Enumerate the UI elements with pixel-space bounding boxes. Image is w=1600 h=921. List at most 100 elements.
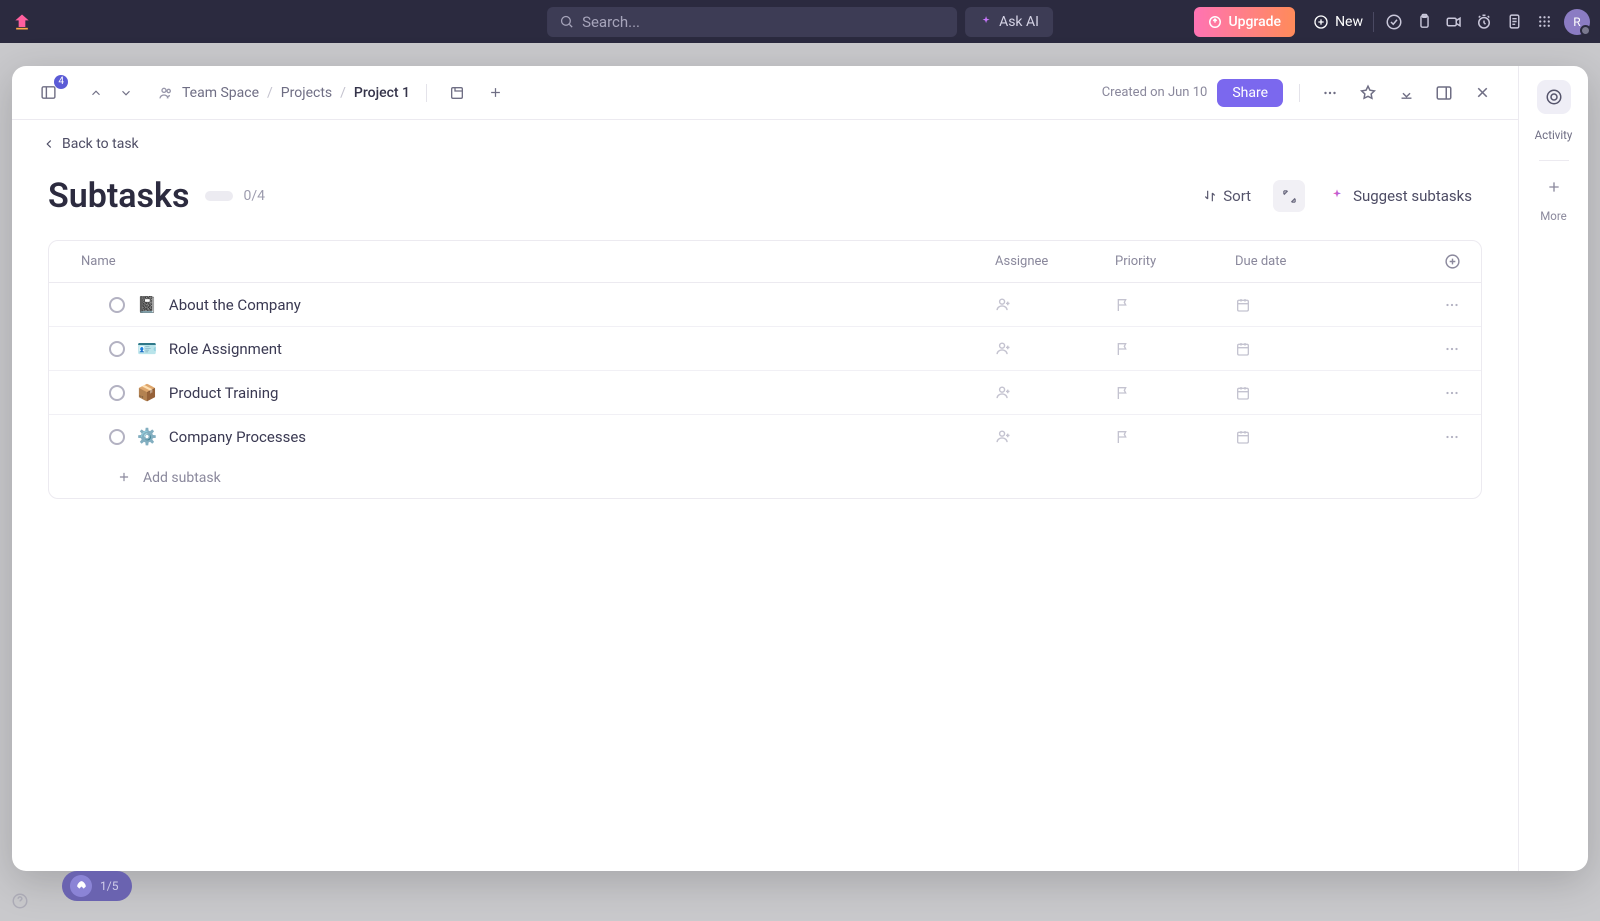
more-menu-button[interactable] bbox=[1316, 79, 1344, 107]
priority-button[interactable] bbox=[1115, 297, 1133, 313]
new-tab-icon[interactable] bbox=[443, 79, 471, 107]
video-icon[interactable] bbox=[1444, 12, 1464, 32]
sort-button[interactable]: Sort bbox=[1195, 181, 1259, 211]
name-cell: 📓 About the Company bbox=[77, 295, 995, 314]
upgrade-button[interactable]: Upgrade bbox=[1194, 7, 1295, 37]
status-circle[interactable] bbox=[109, 429, 125, 445]
table-row[interactable]: 📓 About the Company bbox=[49, 283, 1481, 327]
breadcrumb-sep: / bbox=[267, 85, 273, 101]
row-more-button[interactable] bbox=[1443, 384, 1461, 402]
col-due: Due date bbox=[1235, 254, 1405, 269]
prev-task-button[interactable] bbox=[82, 79, 110, 107]
notepad-icon[interactable] bbox=[1504, 12, 1524, 32]
sparkle-icon bbox=[1329, 188, 1345, 204]
add-subtask-button[interactable]: Add subtask bbox=[49, 458, 1481, 498]
header-separator bbox=[1299, 84, 1300, 102]
task-name: Company Processes bbox=[169, 428, 306, 446]
app-logo[interactable] bbox=[10, 10, 34, 34]
title-row: Subtasks 0/4 Sort Suggest subtasks bbox=[12, 152, 1518, 228]
add-button[interactable] bbox=[481, 79, 509, 107]
breadcrumb-project[interactable]: Project 1 bbox=[354, 85, 410, 101]
onboarding-progress: 1/5 bbox=[100, 879, 118, 893]
due-date-button[interactable] bbox=[1235, 297, 1253, 313]
side-separator bbox=[1539, 160, 1569, 161]
app-topbar: Search... Ask AI Upgrade New R bbox=[0, 0, 1600, 43]
help-button[interactable] bbox=[10, 891, 30, 911]
breadcrumb-projects[interactable]: Projects bbox=[281, 85, 332, 101]
global-search[interactable]: Search... bbox=[547, 7, 957, 37]
expand-sidebar-button[interactable] bbox=[1430, 79, 1458, 107]
col-name: Name bbox=[77, 254, 995, 269]
progress-text: 0/4 bbox=[243, 188, 265, 204]
table-header: Name Assignee Priority Due date bbox=[49, 241, 1481, 283]
ask-ai-label: Ask AI bbox=[999, 14, 1039, 30]
new-button[interactable]: New bbox=[1313, 14, 1363, 30]
table-row[interactable]: ⚙️ Company Processes bbox=[49, 415, 1481, 458]
due-date-button[interactable] bbox=[1235, 385, 1253, 401]
row-more-button[interactable] bbox=[1443, 428, 1461, 446]
status-circle[interactable] bbox=[109, 385, 125, 401]
back-to-task-link[interactable]: Back to task bbox=[42, 136, 1488, 152]
header-separator bbox=[426, 84, 427, 102]
next-task-button[interactable] bbox=[112, 79, 140, 107]
suggest-subtasks-button[interactable]: Suggest subtasks bbox=[1319, 181, 1482, 211]
suggest-label: Suggest subtasks bbox=[1353, 187, 1472, 205]
due-date-button[interactable] bbox=[1235, 341, 1253, 357]
collapse-button[interactable] bbox=[1273, 180, 1305, 212]
upgrade-icon bbox=[1208, 15, 1222, 29]
priority-button[interactable] bbox=[1115, 429, 1133, 445]
header-right: Created on Jun 10 Share bbox=[1102, 79, 1496, 107]
task-modal: Team Space / Projects / Project 1 Create… bbox=[12, 66, 1588, 871]
star-button[interactable] bbox=[1354, 79, 1382, 107]
activity-button[interactable] bbox=[1537, 80, 1571, 114]
table-row[interactable]: 🪪 Role Assignment bbox=[49, 327, 1481, 371]
priority-button[interactable] bbox=[1115, 385, 1133, 401]
name-cell: 📦 Product Training bbox=[77, 383, 995, 402]
minimize-button[interactable] bbox=[1392, 79, 1420, 107]
ask-ai-button[interactable]: Ask AI bbox=[965, 7, 1053, 37]
task-emoji: ⚙️ bbox=[137, 427, 157, 446]
header-left: Team Space / Projects / Project 1 bbox=[34, 79, 509, 107]
breadcrumb: Team Space / Projects / Project 1 bbox=[158, 85, 410, 101]
row-more-button[interactable] bbox=[1443, 296, 1461, 314]
onboarding-pill[interactable]: 1/5 bbox=[62, 871, 132, 901]
assignee-button[interactable] bbox=[995, 428, 1013, 445]
name-cell: 🪪 Role Assignment bbox=[77, 339, 995, 358]
assignee-button[interactable] bbox=[995, 296, 1013, 313]
priority-button[interactable] bbox=[1115, 341, 1133, 357]
assignee-button[interactable] bbox=[995, 384, 1013, 401]
side-add-button[interactable] bbox=[1546, 179, 1562, 195]
subtasks-table: Name Assignee Priority Due date 📓 About … bbox=[48, 240, 1482, 499]
row-more-button[interactable] bbox=[1443, 340, 1461, 358]
share-button[interactable]: Share bbox=[1217, 79, 1283, 107]
user-avatar[interactable]: R bbox=[1564, 9, 1590, 35]
clock-icon[interactable] bbox=[1474, 12, 1494, 32]
add-column-button[interactable] bbox=[1444, 253, 1461, 270]
clipboard-icon[interactable] bbox=[1414, 12, 1434, 32]
search-icon bbox=[559, 14, 574, 29]
topbar-right: Upgrade New R bbox=[1194, 0, 1590, 43]
name-cell: ⚙️ Company Processes bbox=[77, 427, 995, 446]
task-name: About the Company bbox=[169, 296, 301, 314]
due-date-button[interactable] bbox=[1235, 429, 1253, 445]
sidebar-toggle-button[interactable] bbox=[34, 79, 62, 107]
breadcrumb-sep: / bbox=[340, 85, 346, 101]
search-cluster: Search... Ask AI bbox=[547, 7, 1053, 37]
apps-grid-icon[interactable] bbox=[1534, 12, 1554, 32]
new-label: New bbox=[1335, 14, 1363, 30]
share-label: Share bbox=[1232, 85, 1268, 101]
status-circle[interactable] bbox=[109, 297, 125, 313]
modal-main: Team Space / Projects / Project 1 Create… bbox=[12, 66, 1518, 871]
col-assignee: Assignee bbox=[995, 254, 1115, 269]
status-circle[interactable] bbox=[109, 341, 125, 357]
check-circle-icon[interactable] bbox=[1384, 12, 1404, 32]
breadcrumb-space[interactable]: Team Space bbox=[182, 85, 259, 101]
assignee-button[interactable] bbox=[995, 340, 1013, 357]
task-name: Role Assignment bbox=[169, 340, 282, 358]
page-title: Subtasks bbox=[48, 176, 189, 216]
plus-circle-icon bbox=[1313, 14, 1329, 30]
table-row[interactable]: 📦 Product Training bbox=[49, 371, 1481, 415]
back-label: Back to task bbox=[62, 136, 139, 152]
close-button[interactable] bbox=[1468, 79, 1496, 107]
modal-header: Team Space / Projects / Project 1 Create… bbox=[12, 66, 1518, 120]
